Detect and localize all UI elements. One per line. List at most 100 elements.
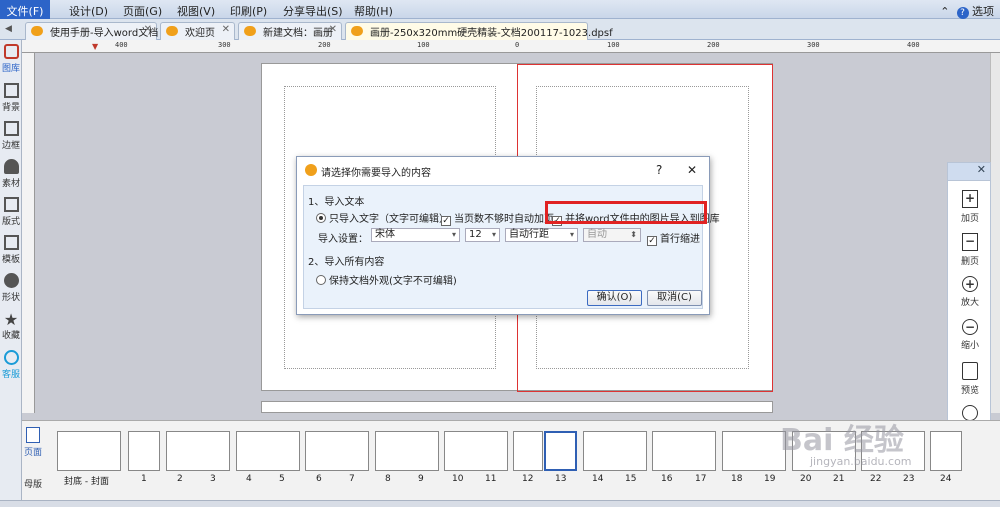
ruler-label: 400 [907,41,920,49]
close-icon[interactable]: ✕ [144,24,152,35]
thumb-spread-6-7[interactable] [305,431,369,471]
thumb-spread-14-15[interactable] [583,431,647,471]
background-button[interactable]: 背景 [0,83,22,113]
thumb-spread-16-17[interactable] [652,431,716,471]
menu-print[interactable]: 印刷(P) [230,3,267,19]
gallery-icon [3,44,19,59]
ruler-label: 100 [417,41,430,49]
thumb-spread-8-9[interactable] [375,431,439,471]
close-icon[interactable]: ✕ [329,24,337,35]
confirm-button[interactable]: 确认(O) [587,290,642,306]
page-icon [26,427,40,443]
tab-pages[interactable]: 页面 [22,427,44,458]
spacing-value-stepper[interactable]: 自动 ⬍ [583,228,641,242]
menu-page[interactable]: 页面(G) [123,3,162,19]
left-toolbar: 图库 背景 边框 素材 版式 模板 形状 ★ 收藏 客服 [0,40,22,507]
baidu-watermark: Bai 经验 jingyan.baidu.com [780,423,912,468]
ruler-label: 300 [218,41,231,49]
preview-button[interactable]: 预览 [948,362,992,396]
font-size-select[interactable]: 12 ▾ [465,228,500,242]
tab-scroll-left-icon[interactable]: ◀ [5,24,12,34]
thumb-spread-4-5[interactable] [236,431,300,471]
font-select[interactable]: 宋体 ▾ [371,228,460,242]
app-icon [244,26,256,36]
ruler-label: 400 [115,41,128,49]
thumb-page-12[interactable] [513,431,543,471]
annotation-highlight-box [545,201,707,224]
checkmark-icon: ✓ [441,216,451,226]
delete-page-button[interactable]: − 删页 [948,233,992,267]
border-icon [3,121,19,136]
add-page-button[interactable]: + 加页 [948,190,992,224]
shape-button[interactable]: 形状 [0,273,22,303]
auto-add-page-checkbox[interactable]: ✓ 当页数不够时自动加页 [441,210,554,226]
thumb-label: 23 [903,474,915,484]
gallery-button[interactable]: 图库 [0,44,22,74]
stepper-icon: ⬍ [630,230,637,239]
thumb-label: 17 [695,474,707,484]
add-page-icon: + [962,190,978,208]
menu-design[interactable]: 设计(D) [69,3,108,19]
text-only-radio[interactable]: 只导入文字（文字可编辑） [316,210,449,225]
template-button[interactable]: 模板 [0,235,22,265]
layout-button[interactable]: 版式 [0,197,22,227]
border-button[interactable]: 边框 [0,121,22,151]
close-icon[interactable]: ✕ [222,24,230,35]
tab-new-document[interactable]: 新建文档：画册 ✕ [238,22,342,40]
share-icon [962,405,978,421]
thumb-spread-2-3[interactable] [166,431,230,471]
menu-view[interactable]: 视图(V) [177,3,215,19]
thumb-page-13-selected[interactable] [544,431,577,471]
keep-layout-radio[interactable]: 保持文档外观(文字不可编辑) [316,272,457,287]
thumb-spread-10-11[interactable] [444,431,508,471]
thumb-label: 8 [385,474,391,484]
thumb-label: 7 [349,474,355,484]
ruler-label: 100 [607,41,620,49]
thumb-page-1[interactable] [128,431,160,471]
thumb-label: 1 [141,474,147,484]
material-button[interactable]: 素材 [0,159,22,189]
first-line-indent-checkbox[interactable]: ✓ 首行缩进 [647,230,700,246]
chevron-down-icon: ▾ [451,230,456,239]
zoom-in-icon: + [962,276,978,292]
section-import-text: 1、导入文本 [308,197,365,208]
import-settings-label: 导入设置： [318,234,368,245]
zoom-out-button[interactable]: − 缩小 [948,319,992,351]
customer-service-button[interactable]: 客服 [0,350,22,380]
radio-selected-icon [316,213,326,223]
app-icon [166,26,178,36]
help-button[interactable]: ? [656,163,662,177]
tab-welcome[interactable]: 欢迎页 ✕ [160,22,235,40]
menu-share-export[interactable]: 分享导出(S) [283,3,343,19]
tab-album-document[interactable]: 画册-250x320mm硬壳精装-文档200117-1023.dpsf [345,22,613,40]
leaf-icon [3,159,19,174]
cancel-button[interactable]: 取消(C) [647,290,702,306]
menu-help[interactable]: 帮助(H) [354,3,393,19]
options-button[interactable]: 选项 [972,5,994,18]
zoom-out-icon: − [962,319,978,335]
zoom-in-button[interactable]: + 放大 [948,276,992,308]
help-icon[interactable]: ? [956,7,969,19]
line-spacing-select[interactable]: 自动行距 ▾ [505,228,578,242]
tab-master[interactable]: 母版 [22,477,44,490]
tab-manual[interactable]: 使用手册-导入word文档 ✕ [25,22,158,40]
import-content-dialog: 请选择你需要导入的内容 ? ✕ 1、导入文本 只导入文字（文字可编辑） ✓ 当页数… [296,156,720,315]
ruler-marker-icon[interactable]: ▼ [92,42,98,51]
collapse-icon[interactable]: ⌃ [940,5,949,18]
chat-icon [3,350,19,365]
template-icon [3,235,19,250]
document-tab-bar: ◀ 使用手册-导入word文档 ✕ 欢迎页 ✕ 新建文档：画册 ✕ 画册-250… [0,19,1000,40]
panel-close-icon[interactable]: ✕ [948,163,990,181]
thumb-cover[interactable] [57,431,121,471]
menu-file[interactable]: 文件(F) [0,0,50,19]
thumb-label: 18 [731,474,743,484]
thumb-label: 15 [625,474,637,484]
thumb-label: 12 [522,474,534,484]
dialog-close-button[interactable]: ✕ [687,163,697,177]
delete-page-icon: − [962,233,978,251]
thumb-label: 22 [870,474,882,484]
favorites-button[interactable]: ★ 收藏 [0,312,22,342]
thumb-label: 19 [764,474,776,484]
next-page-spread[interactable] [261,401,773,413]
checkmark-icon: ✓ [647,236,657,246]
